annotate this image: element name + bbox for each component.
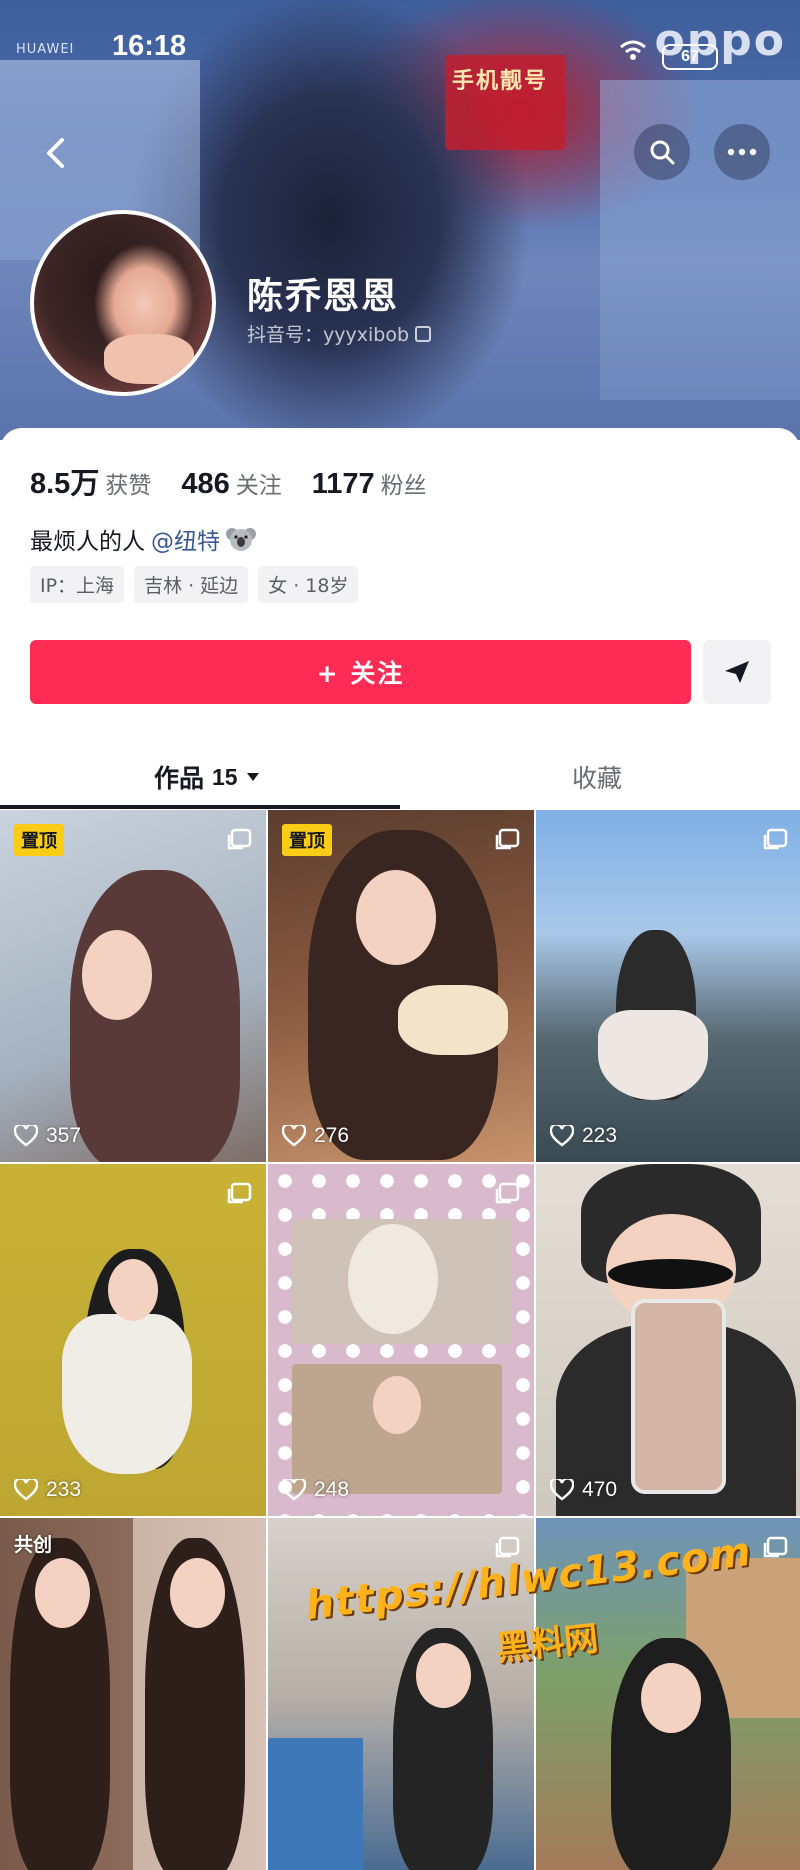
posts-grid: 置顶 357 置顶 276 223 233 248 470 共创 bbox=[0, 810, 800, 1870]
heart-icon bbox=[282, 1479, 306, 1501]
bio-text: 最烦人的人 bbox=[30, 529, 145, 555]
avatar[interactable] bbox=[30, 210, 216, 396]
stat-following-label: 关注 bbox=[235, 473, 282, 499]
post-tile[interactable]: 共创 bbox=[0, 1518, 266, 1870]
stat-likes-label: 获赞 bbox=[105, 473, 152, 499]
stat-likes-number: 8.5万 bbox=[30, 468, 100, 500]
post-likes-count: 248 bbox=[314, 1478, 350, 1501]
post-likes: 470 bbox=[550, 1478, 617, 1502]
chevron-left-icon bbox=[47, 138, 64, 168]
post-face bbox=[82, 930, 152, 1020]
stat-likes[interactable]: 8.5万 获赞 bbox=[30, 460, 151, 502]
post-likes-count: 357 bbox=[46, 1124, 82, 1147]
more-icon bbox=[727, 148, 757, 156]
post-tile[interactable]: 置顶 276 bbox=[268, 810, 534, 1162]
post-bear bbox=[348, 1224, 438, 1334]
stat-followers-number: 1177 bbox=[311, 468, 375, 500]
tag-ip: IP：上海 bbox=[30, 566, 125, 603]
wifi-icon bbox=[620, 40, 646, 60]
back-button[interactable] bbox=[30, 128, 80, 178]
post-phone bbox=[631, 1299, 726, 1494]
multi-image-icon bbox=[495, 828, 520, 850]
post-tile[interactable]: 248 bbox=[268, 1164, 534, 1516]
koala-emoji-icon bbox=[226, 528, 256, 551]
profile-tags: IP：上海 吉林 · 延边 女 · 18岁 bbox=[30, 566, 359, 603]
post-tile[interactable]: 470 bbox=[536, 1164, 800, 1516]
douyin-id-text: 抖音号：yyyxibob bbox=[247, 324, 410, 346]
content-tabs: 作品 15 收藏 bbox=[0, 745, 800, 805]
post-face bbox=[641, 1663, 701, 1733]
search-icon bbox=[650, 140, 675, 165]
pinned-badge: 置顶 bbox=[14, 824, 64, 856]
banner-brand-left: HUAWEI bbox=[16, 42, 75, 57]
post-likes-count: 470 bbox=[582, 1478, 618, 1501]
active-tab-indicator bbox=[0, 805, 400, 809]
post-likes: 248 bbox=[282, 1478, 349, 1502]
post-tile[interactable]: 223 bbox=[536, 810, 800, 1162]
avatar-hand bbox=[104, 334, 194, 384]
copy-icon[interactable] bbox=[415, 325, 432, 342]
douyin-id[interactable]: 抖音号：yyyxibob bbox=[247, 320, 432, 347]
banner-sign-text: 手机靓号 bbox=[452, 69, 549, 94]
post-likes: 276 bbox=[282, 1124, 349, 1148]
co-create-badge: 共创 bbox=[14, 1534, 53, 1556]
post-likes-count: 223 bbox=[582, 1124, 618, 1147]
multi-image-icon bbox=[227, 828, 252, 850]
post-likes-count: 233 bbox=[46, 1478, 82, 1501]
follow-button[interactable]: + 关注 bbox=[30, 640, 691, 704]
post-likes: 357 bbox=[14, 1124, 81, 1148]
pinned-badge: 置顶 bbox=[282, 824, 332, 856]
post-face bbox=[356, 870, 436, 965]
heart-icon bbox=[282, 1125, 306, 1147]
multi-image-icon bbox=[763, 1536, 788, 1558]
post-likes-count: 276 bbox=[314, 1124, 350, 1147]
post-cake bbox=[398, 985, 508, 1055]
caret-down-icon bbox=[246, 773, 259, 781]
post-likes: 233 bbox=[14, 1478, 81, 1502]
search-button[interactable] bbox=[634, 124, 690, 180]
stat-following-number: 486 bbox=[181, 468, 230, 500]
tab-works-count: 15 bbox=[212, 763, 238, 790]
multi-image-icon bbox=[227, 1182, 252, 1204]
bio: 最烦人的人 @纽特 bbox=[30, 522, 256, 556]
post-face bbox=[170, 1558, 225, 1628]
tab-works-label: 作品 bbox=[154, 764, 205, 793]
heart-icon bbox=[550, 1479, 574, 1501]
multi-image-icon bbox=[495, 1182, 520, 1204]
multi-image-icon bbox=[763, 828, 788, 850]
heart-icon bbox=[14, 1125, 38, 1147]
post-tile[interactable]: 233 bbox=[0, 1164, 266, 1516]
more-button[interactable] bbox=[714, 124, 770, 180]
post-face bbox=[35, 1558, 90, 1628]
tab-works[interactable]: 作品 15 bbox=[154, 759, 260, 795]
post-dress bbox=[598, 1010, 708, 1100]
tag-gender-age: 女 · 18岁 bbox=[258, 566, 359, 603]
stat-followers[interactable]: 1177 粉丝 bbox=[312, 466, 427, 501]
banner-bg-right bbox=[600, 80, 800, 400]
post-screen bbox=[268, 1738, 363, 1870]
stat-following[interactable]: 486 关注 bbox=[181, 466, 281, 501]
bio-mention-link[interactable]: @纽特 bbox=[151, 522, 220, 556]
post-figure bbox=[70, 870, 240, 1162]
tag-hometown: 吉林 · 延边 bbox=[134, 566, 249, 603]
post-face bbox=[108, 1259, 158, 1321]
post-dress bbox=[62, 1314, 192, 1474]
post-likes: 223 bbox=[550, 1124, 617, 1148]
battery-indicator: 67 bbox=[662, 44, 718, 70]
profile-name: 陈乔恩恩 bbox=[247, 276, 400, 317]
tab-collections[interactable]: 收藏 bbox=[572, 759, 622, 795]
stat-followers-label: 粉丝 bbox=[380, 473, 427, 499]
send-icon bbox=[725, 661, 749, 683]
post-mustache bbox=[608, 1259, 733, 1289]
share-button[interactable] bbox=[703, 640, 771, 704]
heart-icon bbox=[550, 1125, 574, 1147]
post-face bbox=[373, 1376, 421, 1434]
stats-row: 8.5万 获赞 486 关注 1177 粉丝 bbox=[30, 460, 457, 502]
heart-icon bbox=[14, 1479, 38, 1501]
post-tile[interactable]: 置顶 357 bbox=[0, 810, 266, 1162]
post-face bbox=[416, 1643, 471, 1708]
status-time: 16:18 bbox=[112, 30, 187, 62]
